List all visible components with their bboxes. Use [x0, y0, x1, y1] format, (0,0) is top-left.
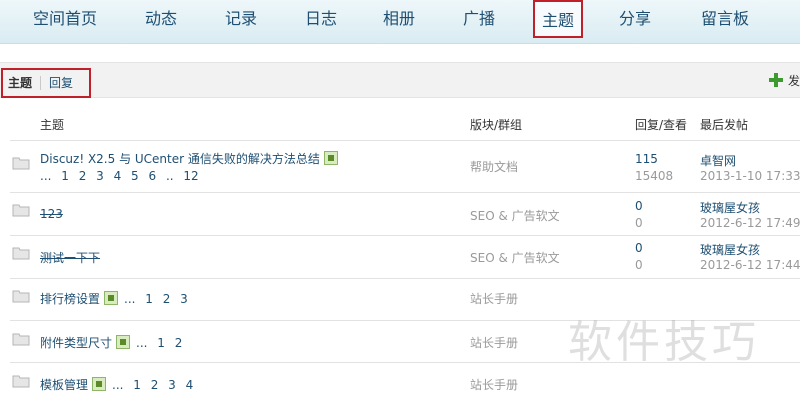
thread-pages[interactable]: ... 1 2 — [136, 336, 182, 350]
nav-item-album[interactable]: 相册 — [372, 0, 426, 38]
row-divider — [10, 192, 800, 193]
thread-replies: 115 — [635, 152, 658, 166]
top-navigation: 空间首页 动态 记录 日志 相册 广播 主题 分享 留言板 — [0, 0, 800, 44]
folder-icon — [12, 375, 30, 388]
subtab-replies[interactable]: 回复 — [49, 74, 73, 91]
thread-views: 15408 — [635, 169, 674, 183]
thread-title[interactable]: 排行榜设置 ... 1 2 3 — [40, 290, 188, 307]
sub-tabs-highlight: 主题 回复 — [1, 68, 91, 98]
last-post-time[interactable]: 2013-1-10 17:33 — [700, 169, 800, 183]
nav-item-broadcast[interactable]: 广播 — [452, 0, 506, 38]
thread-pages[interactable]: ... 1 2 3 — [124, 292, 188, 306]
thread-forum[interactable]: 帮助文档 — [470, 158, 518, 175]
last-post-time[interactable]: 2012-6-12 17:49 — [700, 216, 800, 230]
nav-item-share[interactable]: 分享 — [608, 0, 662, 38]
thread-replies: 0 — [635, 199, 643, 213]
nav-item-home[interactable]: 空间首页 — [24, 0, 106, 38]
thread-title-text[interactable]: 附件类型尺寸 — [40, 336, 112, 350]
row-divider — [10, 140, 800, 141]
thread-title-text[interactable]: 模板管理 — [40, 378, 88, 392]
column-header-subject: 主题 — [40, 118, 65, 132]
thread-views: 0 — [635, 258, 643, 272]
last-post-author[interactable]: 卓智网 — [700, 152, 736, 169]
folder-icon — [12, 157, 30, 170]
thread-title[interactable]: 123 — [40, 207, 63, 221]
thread-forum[interactable]: SEO & 广告软文 — [470, 207, 560, 224]
folder-icon — [12, 290, 30, 303]
last-post-time[interactable]: 2012-6-12 17:44 — [700, 258, 800, 272]
nav-item-feed[interactable]: 动态 — [134, 0, 188, 38]
thread-title[interactable]: 测试一下下 — [40, 249, 100, 266]
thread-title-text[interactable]: Discuz! X2.5 与 UCenter 通信失败的解决方法总结 — [40, 152, 320, 166]
thread-forum[interactable]: 站长手册 — [470, 290, 518, 307]
column-header-last-post: 最后发帖 — [700, 118, 749, 132]
nav-item-guestbook[interactable]: 留言板 — [690, 0, 760, 38]
row-divider — [10, 278, 800, 279]
thread-views: 0 — [635, 216, 643, 230]
attachment-icon — [116, 335, 131, 349]
last-post-author[interactable]: 玻璃屋女孩 — [700, 199, 760, 216]
thread-title[interactable]: 模板管理 ... 1 2 3 4 — [40, 376, 193, 393]
nav-item-records[interactable]: 记录 — [214, 0, 268, 38]
thread-title-text[interactable]: 排行榜设置 — [40, 292, 100, 306]
column-header-forum: 版块/群组 — [470, 118, 523, 132]
plus-icon — [769, 73, 783, 87]
column-header-stats: 回复/查看 — [635, 118, 688, 132]
folder-icon — [12, 247, 30, 260]
thread-pages[interactable]: ... 1 2 3 4 — [112, 378, 193, 392]
new-post-label: 发 — [788, 74, 800, 88]
nav-item-blog[interactable]: 日志 — [294, 0, 348, 38]
subtab-topics[interactable]: 主题 — [8, 74, 32, 91]
folder-icon — [12, 333, 30, 346]
row-divider — [10, 235, 800, 236]
attachment-icon — [323, 151, 338, 165]
thread-forum[interactable]: 站长手册 — [470, 334, 518, 351]
folder-icon — [12, 204, 30, 217]
nav-item-topics[interactable]: 主题 — [533, 0, 583, 38]
subtab-divider — [40, 76, 41, 90]
thread-replies: 0 — [635, 241, 643, 255]
watermark: 软件技巧 — [568, 317, 760, 368]
last-post-author[interactable]: 玻璃屋女孩 — [700, 241, 760, 258]
thread-pages[interactable]: ... 1 2 3 4 5 6 .. 12 — [40, 169, 199, 183]
attachment-icon — [104, 291, 119, 305]
thread-title[interactable]: Discuz! X2.5 与 UCenter 通信失败的解决方法总结 — [40, 150, 338, 167]
sub-tab-bar — [0, 62, 800, 98]
attachment-icon — [92, 377, 107, 391]
thread-forum[interactable]: 站长手册 — [470, 376, 518, 393]
thread-title[interactable]: 附件类型尺寸 ... 1 2 — [40, 334, 182, 351]
thread-forum[interactable]: SEO & 广告软文 — [470, 249, 560, 266]
